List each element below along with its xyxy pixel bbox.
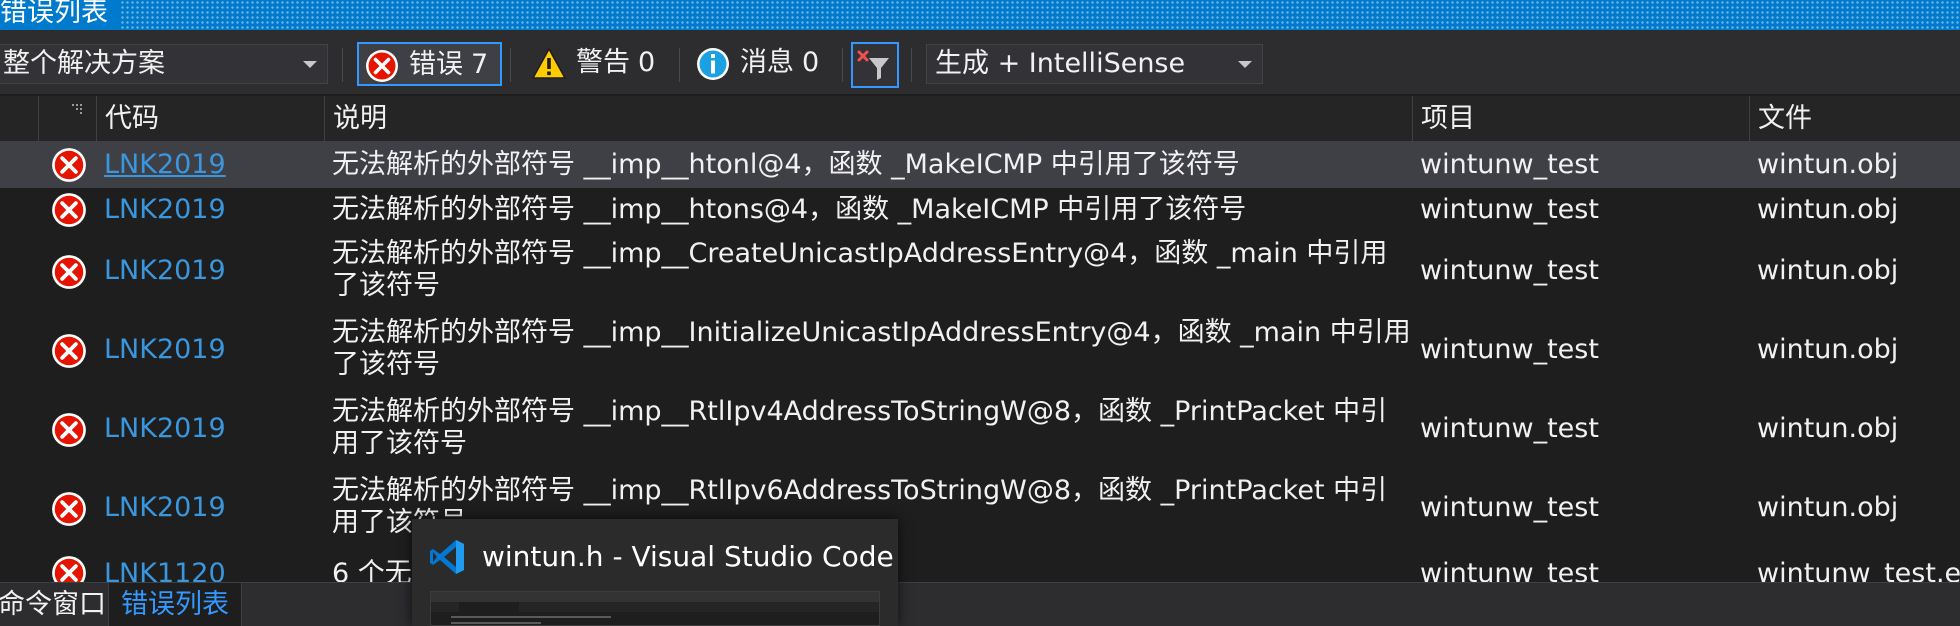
filter-clear-icon (857, 50, 889, 80)
error-project: wintunw_test (1420, 413, 1599, 444)
warning-triangle-icon (532, 48, 566, 79)
error-file: wintun.obj (1757, 413, 1899, 444)
error-list-rows: LNK2019 无法解析的外部符号 __imp__htonl@4，函数 _Mak… (0, 142, 1960, 582)
error-file: wintun.obj (1757, 492, 1899, 523)
build-source-value: 生成 + IntelliSense (935, 48, 1186, 79)
column-header-project[interactable]: 项目 (1412, 96, 1749, 142)
thumbnail-tab (459, 602, 519, 612)
error-file: wintun.obj (1757, 334, 1899, 365)
info-circle-icon (697, 48, 729, 80)
preview-window-title: wintun.h - Visual Studio Code (482, 540, 894, 573)
error-list-toolbar: 整个解决方案 错误 7 警告 0 消息 0 生成 + IntelliSense (0, 30, 1960, 94)
table-row[interactable]: LNK2019 无法解析的外部符号 __imp__InitializeUnica… (0, 311, 1960, 390)
scope-dropdown-value: 整个解决方案 (3, 48, 165, 79)
errors-count: 7 (471, 49, 489, 80)
messages-count: 0 (802, 47, 820, 78)
error-project: wintunw_test (1420, 194, 1599, 225)
thumbnail-menubar (431, 592, 879, 602)
tool-window-title-bar[interactable]: 错误列表 (0, 0, 1960, 30)
error-list-header: 代码 说明 项目 文件 (0, 96, 1960, 142)
toolbar-separator (510, 48, 511, 82)
clear-filter-button[interactable] (851, 42, 899, 88)
error-code-link[interactable]: LNK2019 (104, 255, 226, 286)
error-circle-icon (52, 193, 86, 227)
error-description: 无法解析的外部符号 __imp__RtlIpv4AddressToStringW… (332, 396, 1388, 459)
tab-command-window[interactable]: 命令窗口 (0, 583, 118, 626)
messages-filter-button[interactable]: 消息 0 (690, 42, 835, 86)
error-description: 无法解析的外部符号 __imp__htons@4，函数 _MakeICMP 中引… (332, 194, 1247, 225)
table-row[interactable]: LNK2019 无法解析的外部符号 __imp__RtlIpv4AddressT… (0, 390, 1960, 469)
error-project: wintunw_test (1420, 492, 1599, 523)
taskbar-thumbnail-preview[interactable]: wintun.h - Visual Studio Code (412, 519, 898, 626)
warnings-label: 警告 (576, 47, 630, 78)
chevron-down-icon (1238, 61, 1252, 68)
error-circle-icon (52, 334, 86, 368)
tool-window-title: 错误列表 (0, 0, 120, 30)
error-code-link[interactable]: LNK2019 (104, 492, 226, 523)
table-row[interactable]: LNK2019 无法解析的外部符号 __imp__htons@4，函数 _Mak… (0, 188, 1960, 232)
errors-filter-button[interactable]: 错误 7 (357, 42, 502, 86)
error-file: wintun.obj (1757, 149, 1899, 180)
error-circle-icon (52, 556, 86, 582)
error-circle-icon (52, 255, 86, 289)
error-code-link[interactable]: LNK2019 (104, 413, 226, 444)
column-header-code[interactable]: 代码 (96, 96, 324, 142)
thumbnail-code-line (451, 622, 541, 624)
column-header-file[interactable]: 文件 (1749, 96, 1960, 142)
bottom-tab-strip: 命令窗口 错误列表 (0, 582, 1960, 626)
table-row[interactable]: LNK1120 6 个无法解析的外部命令 wintunw_test wintun… (0, 548, 1960, 582)
error-description: 无法解析的外部符号 __imp__htonl@4，函数 _MakeICMP 中引… (332, 149, 1240, 180)
build-source-dropdown[interactable]: 生成 + IntelliSense (926, 44, 1263, 84)
messages-label: 消息 (740, 47, 794, 78)
warnings-count: 0 (638, 47, 656, 78)
tab-error-list[interactable]: 错误列表 (108, 583, 242, 626)
error-code-link[interactable]: LNK2019 (104, 149, 226, 180)
column-header-severity[interactable] (38, 96, 96, 142)
error-description: 无法解析的外部符号 __imp__CreateUnicastIpAddressE… (332, 238, 1388, 301)
error-project: wintunw_test (1420, 149, 1599, 180)
error-circle-icon (52, 492, 86, 526)
errors-label: 错误 (409, 49, 463, 80)
error-description: 无法解析的外部符号 __imp__InitializeUnicastIpAddr… (332, 317, 1411, 380)
vscode-icon (430, 540, 464, 574)
error-circle-icon (52, 148, 86, 182)
toolbar-separator (342, 48, 343, 82)
toolbar-separator (842, 48, 843, 82)
table-row[interactable]: LNK2019 无法解析的外部符号 __imp__CreateUnicastIp… (0, 232, 1960, 311)
table-row[interactable]: LNK2019 无法解析的外部符号 __imp__htonl@4，函数 _Mak… (0, 142, 1960, 188)
preview-thumbnail-image (430, 591, 880, 626)
column-header-description[interactable]: 说明 (324, 96, 1412, 142)
error-code-link[interactable]: LNK1120 (104, 558, 226, 582)
chevron-down-icon (303, 61, 317, 68)
error-code-link[interactable]: LNK2019 (104, 194, 226, 225)
toolbar-separator (911, 48, 912, 82)
warnings-filter-button[interactable]: 警告 0 (526, 42, 671, 86)
error-project: wintunw_test (1420, 558, 1599, 582)
table-row[interactable]: LNK2019 无法解析的外部符号 __imp__RtlIpv6AddressT… (0, 469, 1960, 548)
error-circle-icon (366, 50, 398, 82)
error-project: wintunw_test (1420, 255, 1599, 286)
error-file: wintun.obj (1757, 255, 1899, 286)
error-file: wintun.obj (1757, 194, 1899, 225)
error-project: wintunw_test (1420, 334, 1599, 365)
error-file: wintunw_test.exe (1757, 558, 1960, 582)
scope-dropdown[interactable]: 整个解决方案 (0, 44, 328, 84)
error-circle-icon (52, 413, 86, 447)
thumbnail-breadcrumb (451, 616, 611, 618)
error-code-link[interactable]: LNK2019 (104, 334, 226, 365)
toolbar-separator (679, 48, 680, 82)
